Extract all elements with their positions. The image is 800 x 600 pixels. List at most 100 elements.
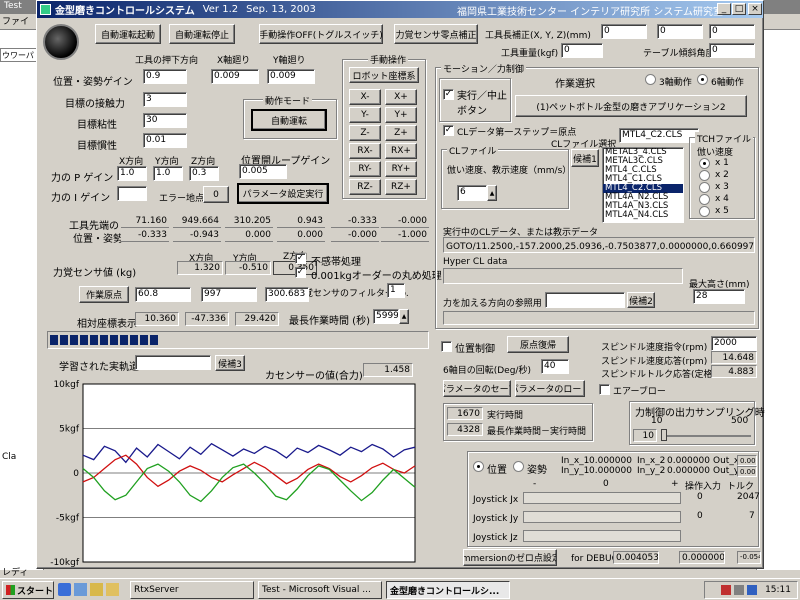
force-p-x[interactable]: 1.0 [117,166,147,181]
pos-gain-push[interactable]: 0.9 [143,69,187,84]
filter-field[interactable]: 1 [387,283,405,298]
jog-button-zplus[interactable]: Z+ [385,125,417,141]
speed-spinner[interactable]: ▲ [487,185,497,201]
tray-volume-icon[interactable] [734,585,745,595]
jog-button-yminus[interactable]: Y- [349,107,381,123]
start-button[interactable]: スタート [2,581,54,599]
param-exec-button[interactable]: パラメータ設定実行 [237,183,329,204]
pos-gain-xrot[interactable]: 0.009 [211,69,259,84]
tch-radio[interactable] [699,170,710,181]
task-polish-control[interactable]: 金型磨きコントロールシ... [386,581,510,599]
auto-stop-button[interactable]: 自動運転停止 [169,24,235,44]
tool-x-field[interactable]: 0 [601,24,647,39]
folder-icon[interactable] [106,583,119,596]
pos-gain-yrot[interactable]: 0.009 [267,69,315,84]
spindle-cmd-field[interactable]: 2000 [711,336,757,351]
robot-coord-button[interactable]: ロボット座標系 [349,67,419,83]
pos-radio[interactable] [473,461,484,472]
app-button[interactable]: (1)ペットボトル金型の磨きアプリケーション2 [515,95,747,117]
jog-button-rxplus[interactable]: RX+ [385,143,417,159]
ie-icon[interactable] [58,583,71,596]
control-knob-icon[interactable] [43,24,79,60]
force-zero-button[interactable]: 力覚センサ零点補正 [394,24,478,44]
jy-slider[interactable] [523,511,681,523]
kouho1-button[interactable]: 候補1 [571,149,599,167]
three-axis-radio[interactable] [645,74,656,85]
first-step-checkbox[interactable]: ✓ [443,125,454,136]
minimize-button[interactable]: _ [717,3,731,15]
jog-button-rxminus[interactable]: RX- [349,143,381,159]
outlook-icon[interactable] [90,583,103,596]
tool-weight-field[interactable]: 0 [561,43,603,58]
bg-menu-file[interactable]: ファイ [0,15,31,29]
learned-field[interactable] [135,355,211,370]
exec-checkbox[interactable]: ✓ [443,89,454,100]
kouho2-button[interactable]: 候補2 [627,292,655,308]
jog-button-rzminus[interactable]: RZ- [349,179,381,195]
ref-field[interactable] [545,292,625,308]
jog-button-zminus[interactable]: Z- [349,125,381,141]
tch-radio[interactable] [699,194,710,205]
cl-file-list[interactable]: METAL3_4.CLS METAL3C.CLS MTL4_C.CLS MTL4_C1… [602,147,684,223]
force-p-y[interactable]: 1.0 [153,166,183,181]
viscosity-field[interactable]: 30 [143,113,187,128]
max-time-spinner[interactable]: ▲ [399,309,409,324]
tch-radio[interactable] [699,206,710,217]
deadband-checkbox[interactable]: ✓ [295,253,306,264]
six-axis-radio[interactable] [697,74,708,85]
param-save-button[interactable]: パラメータのセーブ [443,380,511,397]
tool-y-field[interactable]: 0 [657,24,703,39]
round-checkbox[interactable]: ✓ [295,267,306,278]
force-p-z[interactable]: 0.3 [189,166,219,181]
max-height-field[interactable]: 28 [693,289,745,304]
inertia-field[interactable]: 0.01 [143,133,187,148]
origin-x-field[interactable]: 60.8 [135,287,191,302]
force-i-x[interactable] [117,186,147,201]
param-load-button[interactable]: パラメータのロード [515,380,585,397]
desktop-icon[interactable] [74,583,87,596]
mode-button[interactable]: 自動運転 [251,109,327,131]
cl-file-item[interactable]: MTL4A_N4.CLS [603,211,683,220]
jx-slider[interactable] [523,492,681,504]
att-radio[interactable] [513,461,524,472]
tray-network-icon[interactable] [747,585,758,595]
out-x-label: Out_x [713,456,740,466]
bg-left-item[interactable]: Cla [2,452,16,462]
maximize-button[interactable]: □ [732,3,746,15]
jog-button-xminus[interactable]: X- [349,89,381,105]
tool-z-field[interactable]: 0 [709,24,755,39]
task-rtxserver[interactable]: RtxServer [130,581,254,599]
close-button[interactable]: × [748,3,762,15]
origin-y-field[interactable]: 997 [201,287,257,302]
jog-button-xplus[interactable]: X+ [385,89,417,105]
origin-z-field[interactable]: 300.683 [265,287,309,302]
sampling-slider-thumb[interactable] [661,429,667,441]
kouho3-button[interactable]: 候補3 [215,355,245,371]
manual-off-button[interactable]: 手動操作OFF(トグルスイッチ) [259,24,383,44]
max-time-field[interactable]: 5999 [373,309,399,324]
speed-field[interactable]: 6 [457,185,487,201]
sampling-slider-track[interactable] [661,435,751,437]
error-point-button[interactable]: 0 [203,186,229,203]
tch-radio-label: x 5 [715,206,729,216]
rot-field[interactable]: 40 [541,359,569,374]
tilt-field[interactable]: 0 [709,43,755,58]
work-origin-button[interactable]: 作業原点 [79,286,129,303]
tch-radio[interactable] [699,182,710,193]
task-visual-studio[interactable]: Test - Microsoft Visual ... [258,581,382,599]
origin-reset-button[interactable]: 原点復帰 [507,336,569,353]
tch-radio[interactable] [699,158,710,169]
jog-button-rzplus[interactable]: RZ+ [385,179,417,195]
jog-button-ryplus[interactable]: RY+ [385,161,417,177]
open-loop-field[interactable]: 0.005 [239,164,287,179]
cl-file-field[interactable]: MTL4_C2.CLS [619,128,699,143]
immersion-zero-button[interactable]: Immersionのゼロ点設定 [463,549,557,566]
contact-field[interactable]: 3 [143,92,187,107]
jog-button-ryminus[interactable]: RY- [349,161,381,177]
jog-button-yplus[interactable]: Y+ [385,107,417,123]
auto-start-button[interactable]: 自動運転起動 [95,24,161,44]
position-control-checkbox[interactable] [441,341,452,352]
tray-ime-icon[interactable] [721,585,732,595]
air-blow-checkbox[interactable] [599,384,610,395]
jz-slider[interactable] [523,530,681,542]
